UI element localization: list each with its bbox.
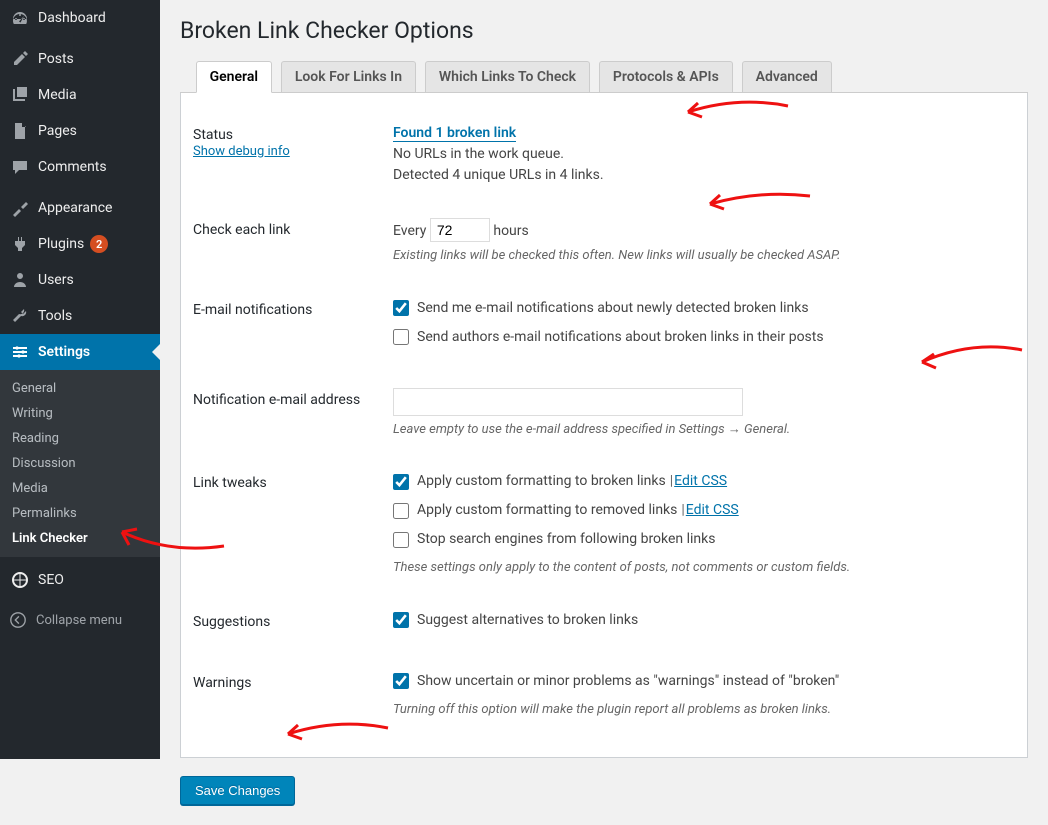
tab-general[interactable]: General	[196, 61, 272, 93]
notify-authors-label: Send authors e-mail notifications about …	[417, 327, 824, 348]
appearance-icon	[10, 198, 30, 218]
sidebar-item-settings[interactable]: Settings	[0, 334, 160, 370]
sidebar-item-label: Plugins	[38, 236, 84, 252]
plugins-icon	[10, 234, 30, 254]
sidebar-item-label: Tools	[38, 308, 72, 324]
sidebar-item-seo[interactable]: SEO	[0, 562, 160, 598]
show-debug-link[interactable]: Show debug info	[193, 144, 290, 159]
sidebar-item-label: Posts	[38, 51, 74, 67]
queue-status-text: No URLs in the work queue.	[393, 146, 564, 162]
submenu-item-general[interactable]: General	[0, 376, 160, 401]
edit-css-removed-link[interactable]: Edit CSS	[686, 500, 739, 521]
warnings-desc: Turning off this option will make the pl…	[393, 700, 1005, 720]
sidebar-item-label: SEO	[38, 572, 64, 588]
suggestions-label: Suggestions	[193, 594, 393, 655]
page-body: Broken Link Checker Options General Look…	[160, 0, 1048, 825]
sidebar-item-comments[interactable]: Comments	[0, 149, 160, 185]
seo-icon	[10, 570, 30, 590]
page-title: Broken Link Checker Options	[180, 8, 1028, 60]
check-each-desc: Existing links will be checked this ofte…	[393, 246, 1005, 266]
sidebar-item-label: Comments	[38, 159, 107, 175]
link-tweaks-label: Link tweaks	[193, 455, 393, 594]
sidebar-item-dashboard[interactable]: Dashboard	[0, 0, 160, 36]
tab-nav: General Look For Links In Which Links To…	[180, 60, 1028, 93]
submenu-item-media[interactable]: Media	[0, 476, 160, 501]
sidebar-item-users[interactable]: Users	[0, 262, 160, 298]
status-label: Status Show debug info	[193, 107, 393, 202]
comments-icon	[10, 157, 30, 177]
check-each-suffix: hours	[493, 223, 528, 239]
notify-authors-checkbox[interactable]	[393, 329, 409, 345]
sidebar-item-label: Media	[38, 87, 77, 103]
warnings-checkbox[interactable]	[393, 673, 409, 689]
collapse-icon	[8, 610, 28, 630]
plugins-update-badge: 2	[90, 235, 108, 253]
check-each-prefix: Every	[393, 223, 426, 239]
notify-me-label: Send me e-mail notifications about newly…	[417, 298, 809, 319]
tab-look-for-links[interactable]: Look For Links In	[281, 61, 416, 92]
tab-which-links[interactable]: Which Links To Check	[425, 61, 590, 92]
sidebar-item-media[interactable]: Media	[0, 77, 160, 113]
format-removed-checkbox[interactable]	[393, 503, 409, 519]
sidebar-item-appearance[interactable]: Appearance	[0, 190, 160, 226]
stop-se-label: Stop search engines from following broke…	[417, 529, 715, 550]
email-notif-label: E-mail notifications	[193, 282, 393, 372]
settings-submenu: General Writing Reading Discussion Media…	[0, 370, 160, 557]
warnings-opt-label: Show uncertain or minor problems as "war…	[417, 671, 839, 692]
sidebar-item-label: Users	[38, 272, 74, 288]
sidebar-item-posts[interactable]: Posts	[0, 41, 160, 77]
check-interval-input[interactable]	[430, 218, 490, 242]
stop-se-checkbox[interactable]	[393, 532, 409, 548]
sidebar-item-label: Dashboard	[38, 10, 106, 26]
pages-icon	[10, 121, 30, 141]
notif-email-desc: Leave empty to use the e-mail address sp…	[393, 420, 1005, 440]
admin-sidebar: Dashboard Posts Media Pages Comments App…	[0, 0, 160, 759]
suggestions-opt-label: Suggest alternatives to broken links	[417, 610, 638, 631]
found-broken-link[interactable]: Found 1 broken link	[393, 125, 516, 142]
dashboard-icon	[10, 8, 30, 28]
sidebar-item-plugins[interactable]: Plugins 2	[0, 226, 160, 262]
format-removed-label: Apply custom formatting to removed links	[417, 500, 677, 521]
submenu-item-writing[interactable]: Writing	[0, 401, 160, 426]
notif-email-label: Notification e-mail address	[193, 372, 393, 456]
edit-css-broken-link[interactable]: Edit CSS	[674, 471, 727, 492]
settings-icon	[10, 342, 30, 362]
sidebar-item-tools[interactable]: Tools	[0, 298, 160, 334]
detected-status-text: Detected 4 unique URLs in 4 links.	[393, 167, 604, 183]
suggestions-checkbox[interactable]	[393, 612, 409, 628]
settings-panel: Status Show debug info Found 1 broken li…	[180, 93, 1028, 758]
check-each-label: Check each link	[193, 202, 393, 282]
tab-protocols-apis[interactable]: Protocols & APIs	[599, 61, 733, 92]
tweaks-desc: These settings only apply to the content…	[393, 558, 1005, 578]
tab-advanced[interactable]: Advanced	[742, 61, 832, 92]
warnings-label: Warnings	[193, 655, 393, 736]
notify-me-checkbox[interactable]	[393, 300, 409, 316]
collapse-menu[interactable]: Collapse menu	[0, 602, 160, 638]
save-changes-button[interactable]: Save Changes	[180, 776, 295, 805]
submenu-item-link-checker[interactable]: Link Checker	[0, 526, 160, 551]
collapse-label: Collapse menu	[36, 613, 122, 628]
users-icon	[10, 270, 30, 290]
submenu-item-discussion[interactable]: Discussion	[0, 451, 160, 476]
tools-icon	[10, 306, 30, 326]
submenu-item-permalinks[interactable]: Permalinks	[0, 501, 160, 526]
posts-icon	[10, 49, 30, 69]
sidebar-item-label: Pages	[38, 123, 77, 139]
sidebar-item-label: Settings	[38, 344, 90, 360]
sidebar-item-label: Appearance	[38, 200, 112, 216]
submenu-item-reading[interactable]: Reading	[0, 426, 160, 451]
format-broken-label: Apply custom formatting to broken links	[417, 471, 666, 492]
sidebar-item-pages[interactable]: Pages	[0, 113, 160, 149]
media-icon	[10, 85, 30, 105]
format-broken-checkbox[interactable]	[393, 474, 409, 490]
notif-email-input[interactable]	[393, 388, 743, 416]
